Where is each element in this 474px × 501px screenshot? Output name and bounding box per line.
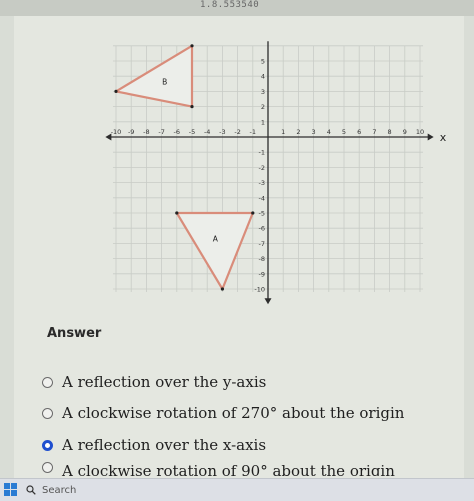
y-tick-label: -7 bbox=[259, 240, 265, 248]
x-tick-label: 7 bbox=[372, 128, 376, 136]
x-tick-label: 9 bbox=[403, 128, 407, 136]
option-text: A clockwise rotation of 270° about the o… bbox=[62, 404, 405, 422]
y-tick-label: -6 bbox=[259, 225, 265, 233]
answer-heading: Answer bbox=[47, 326, 102, 341]
y-tick-label: -9 bbox=[259, 270, 265, 278]
y-tick-label: 5 bbox=[261, 58, 265, 66]
y-tick-label: -5 bbox=[259, 210, 265, 218]
option-text: A reflection over the x-axis bbox=[62, 436, 267, 454]
x-tick-label: -5 bbox=[189, 128, 195, 136]
x-tick-label: 5 bbox=[342, 128, 346, 136]
y-tick-label: -1 bbox=[259, 149, 265, 157]
radio-button-selected[interactable] bbox=[42, 439, 53, 451]
x-tick-label: 3 bbox=[312, 128, 316, 136]
url-fragment: 1.8.553540 bbox=[200, 0, 260, 10]
radio-button[interactable] bbox=[42, 376, 53, 388]
y-axis-arrow-down bbox=[264, 298, 272, 305]
x-tick-label: 8 bbox=[388, 128, 392, 136]
triangle-a-vertex bbox=[220, 287, 224, 291]
y-tick-label: -3 bbox=[259, 179, 265, 187]
triangle-a-vertex bbox=[251, 211, 255, 215]
triangle-b-vertex bbox=[190, 44, 194, 48]
x-axis-label: x bbox=[440, 131, 447, 144]
x-axis-arrow-right bbox=[427, 133, 434, 141]
x-tick-label: 4 bbox=[327, 128, 331, 136]
option-reflection-y-axis[interactable]: A reflection over the y-axis bbox=[42, 373, 266, 391]
x-tick-label: -8 bbox=[143, 128, 149, 136]
y-tick-label: -4 bbox=[259, 194, 265, 202]
option-reflection-x-axis[interactable]: A reflection over the x-axis bbox=[42, 436, 266, 454]
triangle-b-label: B bbox=[162, 77, 167, 86]
coordinate-graph: x -10 -9 -8 -7 -6 -5 -4 -3 -2 -1 1 2 3 4 5 6 7 8 9 10 5 4 3 2 1 -1… bbox=[105, 41, 447, 305]
option-rotation-90[interactable]: A clockwise rotation of 90° about the or… bbox=[42, 462, 395, 476]
windows-icon[interactable] bbox=[4, 483, 17, 496]
y-tick-label: 1 bbox=[261, 118, 265, 126]
triangle-b-vertex bbox=[114, 89, 118, 93]
triangle-a-vertex bbox=[175, 211, 179, 215]
option-text: A clockwise rotation of 90° about the or… bbox=[62, 462, 395, 476]
x-tick-label: 6 bbox=[357, 128, 361, 136]
search-label: Search bbox=[42, 484, 77, 496]
x-tick-label: 1 bbox=[281, 128, 285, 136]
x-tick-label: -2 bbox=[234, 128, 240, 136]
browser-top-strip: 1.8.553540 bbox=[0, 0, 474, 16]
triangle-a bbox=[175, 211, 254, 291]
x-tick-label: -10 bbox=[111, 128, 122, 136]
x-tick-label: 10 bbox=[416, 128, 424, 136]
x-tick-label: -6 bbox=[174, 128, 180, 136]
radio-button[interactable] bbox=[42, 407, 53, 419]
radio-button[interactable] bbox=[42, 462, 53, 473]
x-tick-label: -3 bbox=[219, 128, 225, 136]
y-tick-label: -8 bbox=[259, 255, 265, 263]
search-icon bbox=[26, 485, 36, 495]
x-tick-label: -4 bbox=[204, 128, 210, 136]
triangle-b-vertex bbox=[190, 105, 194, 109]
x-tick-label: -1 bbox=[250, 128, 256, 136]
y-tick-label: 2 bbox=[261, 103, 265, 111]
triangle-a-label: A bbox=[213, 234, 219, 243]
y-tick-label: 4 bbox=[261, 73, 265, 81]
taskbar: Search bbox=[0, 478, 474, 501]
x-tick-label: 2 bbox=[296, 128, 300, 136]
x-tick-label: -7 bbox=[158, 128, 164, 136]
x-tick-label: -9 bbox=[128, 128, 134, 136]
y-tick-label: -10 bbox=[254, 286, 265, 294]
y-tick-label: -2 bbox=[259, 164, 265, 172]
option-rotation-270[interactable]: A clockwise rotation of 270° about the o… bbox=[42, 404, 404, 422]
y-tick-label: 3 bbox=[261, 88, 265, 96]
taskbar-search[interactable]: Search bbox=[20, 482, 220, 498]
option-text: A reflection over the y-axis bbox=[62, 373, 267, 391]
